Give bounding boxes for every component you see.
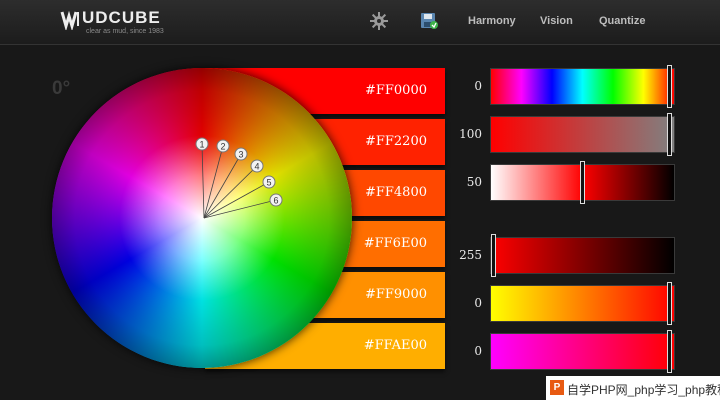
hue-value: 0 xyxy=(474,79,482,93)
watermark-icon: P xyxy=(550,380,564,395)
red-value: 255 xyxy=(459,248,482,262)
gear-icon[interactable] xyxy=(370,12,388,35)
marker-label: 5 xyxy=(266,178,271,188)
marker-4[interactable]: 4 xyxy=(250,159,264,173)
logo-mark-icon xyxy=(60,10,79,30)
logo-title: UDCUBE xyxy=(82,8,161,27)
swatch-hex-label: #FFAE00 xyxy=(363,338,427,353)
wheel-markers: 1 2 3 4 5 6 xyxy=(195,137,283,219)
slider-handle[interactable] xyxy=(667,282,673,325)
hue-slider[interactable] xyxy=(490,65,675,108)
nav-quantize[interactable]: Quantize xyxy=(599,15,645,27)
green-slider[interactable] xyxy=(490,282,675,325)
swatch-hex-label: #FF2200 xyxy=(364,134,427,149)
nav-vision[interactable]: Vision xyxy=(540,15,573,27)
slider-handle[interactable] xyxy=(667,65,673,108)
nav-harmony[interactable]: Harmony xyxy=(468,15,516,27)
red-slider[interactable] xyxy=(490,234,675,277)
slider-handle[interactable] xyxy=(491,234,496,277)
swatch-hex-label: #FF9000 xyxy=(364,287,427,302)
slider-handle[interactable] xyxy=(667,330,673,373)
watermark-text: 自学PHP网_php学习_php教程 xyxy=(567,383,720,397)
marker-label: 4 xyxy=(254,162,259,172)
green-value: 0 xyxy=(474,296,482,310)
watermark: P 自学PHP网_php学习_php教程 xyxy=(546,376,720,400)
slider-handle[interactable] xyxy=(580,161,585,204)
saturation-value: 100 xyxy=(459,127,482,141)
save-icon[interactable] xyxy=(420,12,438,35)
marker-3[interactable]: 3 xyxy=(234,147,248,161)
marker-label: 6 xyxy=(273,196,278,206)
slider-handle[interactable] xyxy=(667,113,673,156)
blue-slider[interactable] xyxy=(490,330,675,373)
lightness-slider[interactable] xyxy=(490,161,675,204)
logo-tagline: clear as mud, since 1983 xyxy=(86,28,164,35)
marker-2[interactable]: 2 xyxy=(216,139,230,153)
saturation-slider[interactable] xyxy=(490,113,675,156)
marker-label: 2 xyxy=(220,142,225,152)
blue-value: 0 xyxy=(474,344,482,358)
marker-label: 1 xyxy=(199,140,204,150)
marker-5[interactable]: 5 xyxy=(262,175,276,189)
lightness-value: 50 xyxy=(466,175,482,189)
marker-1[interactable]: 1 xyxy=(195,137,209,151)
swatch-hex-label: #FF4800 xyxy=(364,185,427,200)
swatch-hex-label: #FF0000 xyxy=(364,83,427,98)
swatch-hex-label: #FF6E00 xyxy=(363,236,427,251)
marker-6[interactable]: 6 xyxy=(269,193,283,207)
marker-label: 3 xyxy=(238,150,243,160)
top-navigation-bar: UDCUBE clear as mud, since 1983 Harmony … xyxy=(0,0,720,45)
